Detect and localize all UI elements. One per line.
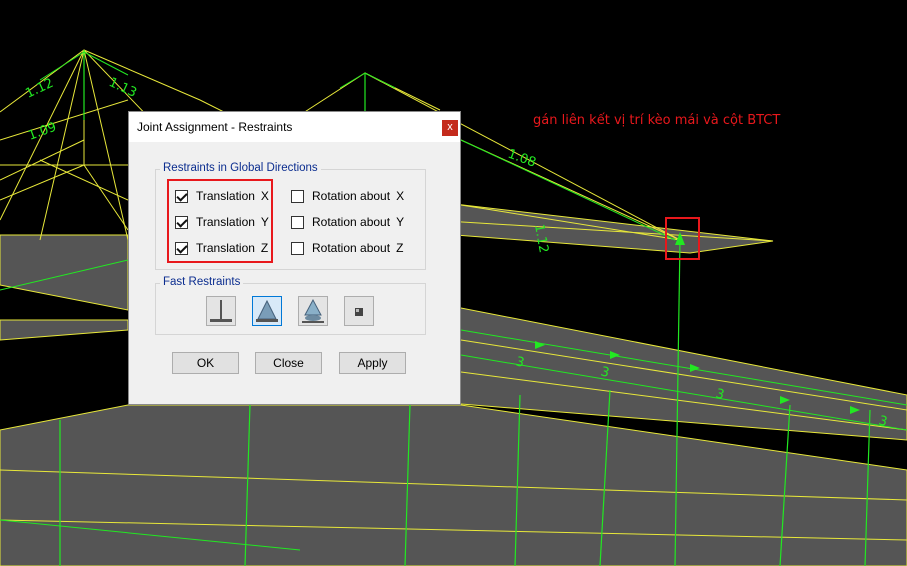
checkbox-box[interactable] (175, 215, 188, 229)
close-icon[interactable]: x (442, 120, 458, 136)
dialog-titlebar[interactable]: Joint Assignment - Restraints x (129, 112, 460, 142)
member-label: 1.12 (23, 76, 56, 102)
highlight-joint-box (665, 217, 700, 260)
checkbox-label: Rotation about (312, 241, 391, 255)
translation-x-checkbox[interactable]: Translation X (175, 188, 269, 204)
checkbox-box[interactable] (175, 241, 188, 255)
dialog-title: Joint Assignment - Restraints (137, 120, 293, 134)
checkbox-box[interactable] (175, 189, 188, 203)
pinned-restraint-button[interactable] (252, 296, 282, 326)
rotation-z-checkbox[interactable]: Rotation about Z (291, 240, 403, 256)
checkbox-box[interactable] (291, 241, 304, 255)
checkbox-box[interactable] (291, 189, 304, 203)
translation-y-checkbox[interactable]: Translation Y (175, 214, 269, 230)
free-joint-icon (355, 308, 363, 316)
slab-upper (0, 234, 129, 311)
member-label: 1.08 (506, 147, 538, 171)
axis-label: Y (260, 215, 269, 229)
checkbox-label: Rotation about (312, 189, 391, 203)
annotation-text: gán liên kết vị trí kèo mái và cột BTCT (533, 113, 781, 128)
fast-restraints-group: Fast Restraints (155, 276, 426, 335)
member-label: 1.13 (106, 75, 139, 101)
axis-label: Y (396, 215, 405, 229)
member-label: 1.09 (26, 120, 58, 144)
checkbox-label: Translation (196, 241, 255, 255)
rotation-x-checkbox[interactable]: Rotation about X (291, 188, 404, 204)
apply-button[interactable]: Apply (339, 352, 406, 374)
checkbox-label: Rotation about (312, 215, 391, 229)
slab-left-small (0, 319, 129, 341)
roller-restraint-button[interactable] (298, 296, 328, 326)
fixed-restraint-button[interactable] (206, 296, 236, 326)
free-restraint-button[interactable] (344, 296, 374, 326)
checkbox-label: Translation (196, 215, 255, 229)
rotation-y-checkbox[interactable]: Rotation about Y (291, 214, 404, 230)
translation-z-checkbox[interactable]: Translation Z (175, 240, 268, 256)
checkbox-box[interactable] (291, 215, 304, 229)
axis-label: Z (396, 241, 404, 255)
axis-label: X (260, 189, 269, 203)
restraints-dialog: Joint Assignment - Restraints x Restrain… (128, 111, 461, 405)
close-button[interactable]: Close (255, 352, 322, 374)
pinned-support-icon (256, 299, 278, 322)
ok-button[interactable]: OK (172, 352, 239, 374)
fast-restraints-group-label: Fast Restraints (160, 276, 244, 288)
global-restraints-group-label: Restraints in Global Directions (160, 162, 321, 174)
axis-label: Z (260, 241, 269, 255)
checkbox-label: Translation (196, 189, 255, 203)
roller-support-icon (302, 298, 324, 323)
fixed-support-icon (210, 300, 232, 322)
axis-label: X (396, 189, 405, 203)
